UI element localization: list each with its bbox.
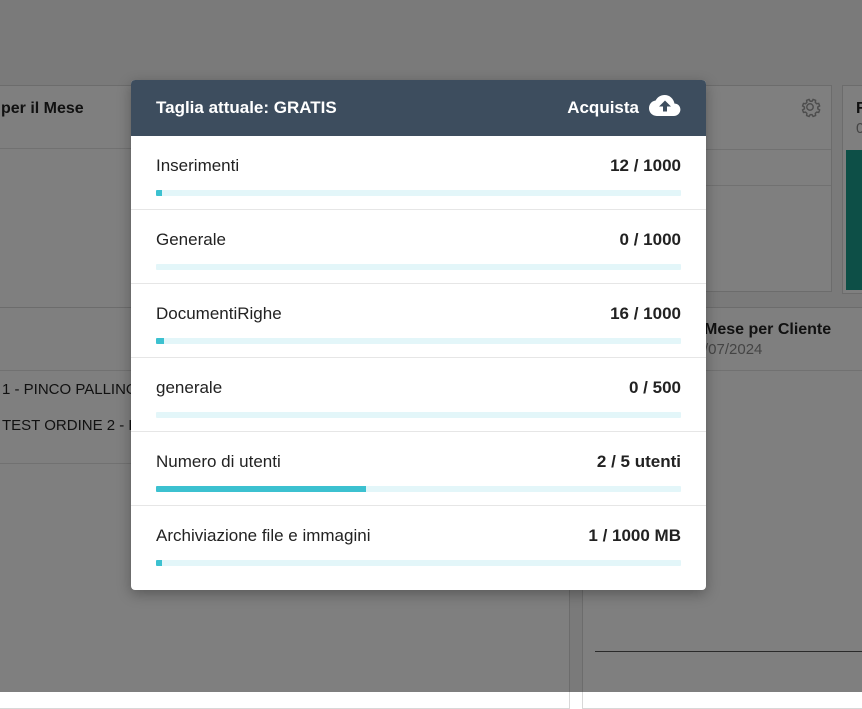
usage-value: 2 / 5 utenti [596, 452, 681, 471]
cloud-upload-icon [639, 94, 681, 122]
usage-label: Generale [156, 230, 226, 249]
usage-row-generale: Generale 0 / 1000 [131, 210, 706, 284]
usage-list: Inserimenti 12 / 1000 Generale 0 / 1000 … [131, 136, 706, 580]
usage-label: Inserimenti [156, 156, 240, 175]
usage-bar-track [156, 264, 681, 270]
usage-bar-fill [156, 560, 162, 566]
usage-row-archiviazione: Archiviazione file e immagini 1 / 1000 M… [131, 506, 706, 580]
usage-row-generale-2: generale 0 / 500 [131, 358, 706, 432]
usage-row-inserimenti: Inserimenti 12 / 1000 [131, 136, 706, 210]
buy-button[interactable]: Acquista [567, 94, 681, 122]
usage-row-utenti: Numero di utenti 2 / 5 utenti [131, 432, 706, 506]
modal-title: Taglia attuale: GRATIS [156, 98, 337, 117]
plan-usage-modal: Taglia attuale: GRATIS Acquista Inserime… [131, 80, 706, 590]
usage-label: DocumentiRighe [156, 304, 282, 323]
usage-bar-fill [156, 190, 163, 196]
usage-bar-track [156, 338, 681, 344]
usage-value: 0 / 500 [629, 378, 681, 397]
usage-value: 1 / 1000 MB [588, 526, 681, 545]
usage-value: 12 / 1000 [610, 156, 681, 175]
usage-bar-track [156, 190, 681, 196]
usage-bar-track [156, 486, 681, 492]
usage-value: 0 / 1000 [619, 230, 681, 249]
usage-label: Archiviazione file e immagini [156, 526, 371, 545]
usage-bar-fill [156, 338, 165, 344]
modal-header: Taglia attuale: GRATIS Acquista [131, 80, 706, 136]
usage-bar-fill [156, 486, 366, 492]
buy-label: Acquista [567, 98, 639, 117]
usage-label: Numero di utenti [156, 452, 281, 471]
usage-row-documentirighe: DocumentiRighe 16 / 1000 [131, 284, 706, 358]
usage-label: generale [156, 378, 223, 397]
usage-value: 16 / 1000 [610, 304, 681, 323]
usage-bar-track [156, 560, 681, 566]
usage-bar-track [156, 412, 681, 418]
